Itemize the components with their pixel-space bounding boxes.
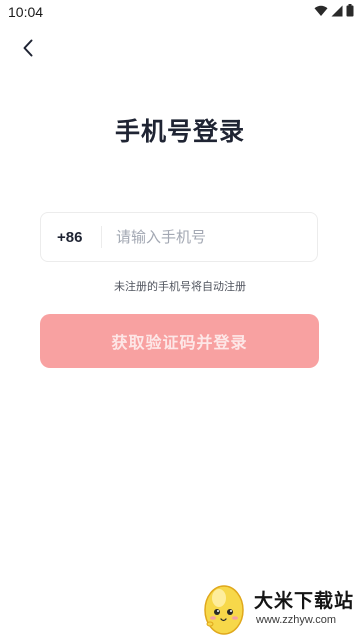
rice-mascot-logo bbox=[204, 585, 244, 635]
country-code[interactable]: +86 bbox=[41, 229, 101, 246]
status-icons bbox=[314, 4, 354, 17]
chevron-left-icon bbox=[21, 38, 35, 62]
watermark-title: 大米下载站 bbox=[254, 590, 355, 612]
register-hint: 未注册的手机号将自动注册 bbox=[114, 280, 246, 293]
status-bar: 10:04 bbox=[0, 0, 360, 24]
phone-input[interactable] bbox=[114, 216, 317, 258]
signal-icon bbox=[331, 5, 343, 17]
phone-field[interactable]: +86 bbox=[40, 212, 318, 262]
back-button[interactable] bbox=[14, 36, 42, 64]
get-code-login-button[interactable]: 获取验证码并登录 bbox=[40, 314, 319, 368]
watermark-url: www.zzhyw.com bbox=[256, 614, 337, 626]
battery-icon bbox=[346, 4, 354, 17]
site-watermark: 大米下载站 www.zzhyw.com bbox=[196, 576, 360, 640]
field-divider bbox=[101, 226, 102, 248]
page-title: 手机号登录 bbox=[114, 117, 245, 146]
status-time: 10:04 bbox=[8, 4, 44, 20]
login-screen: 10:04 手机号登录 +86 请输入手机号 未注册的手机号将自动注册 获取验证… bbox=[0, 0, 360, 640]
wifi-icon bbox=[314, 5, 328, 17]
